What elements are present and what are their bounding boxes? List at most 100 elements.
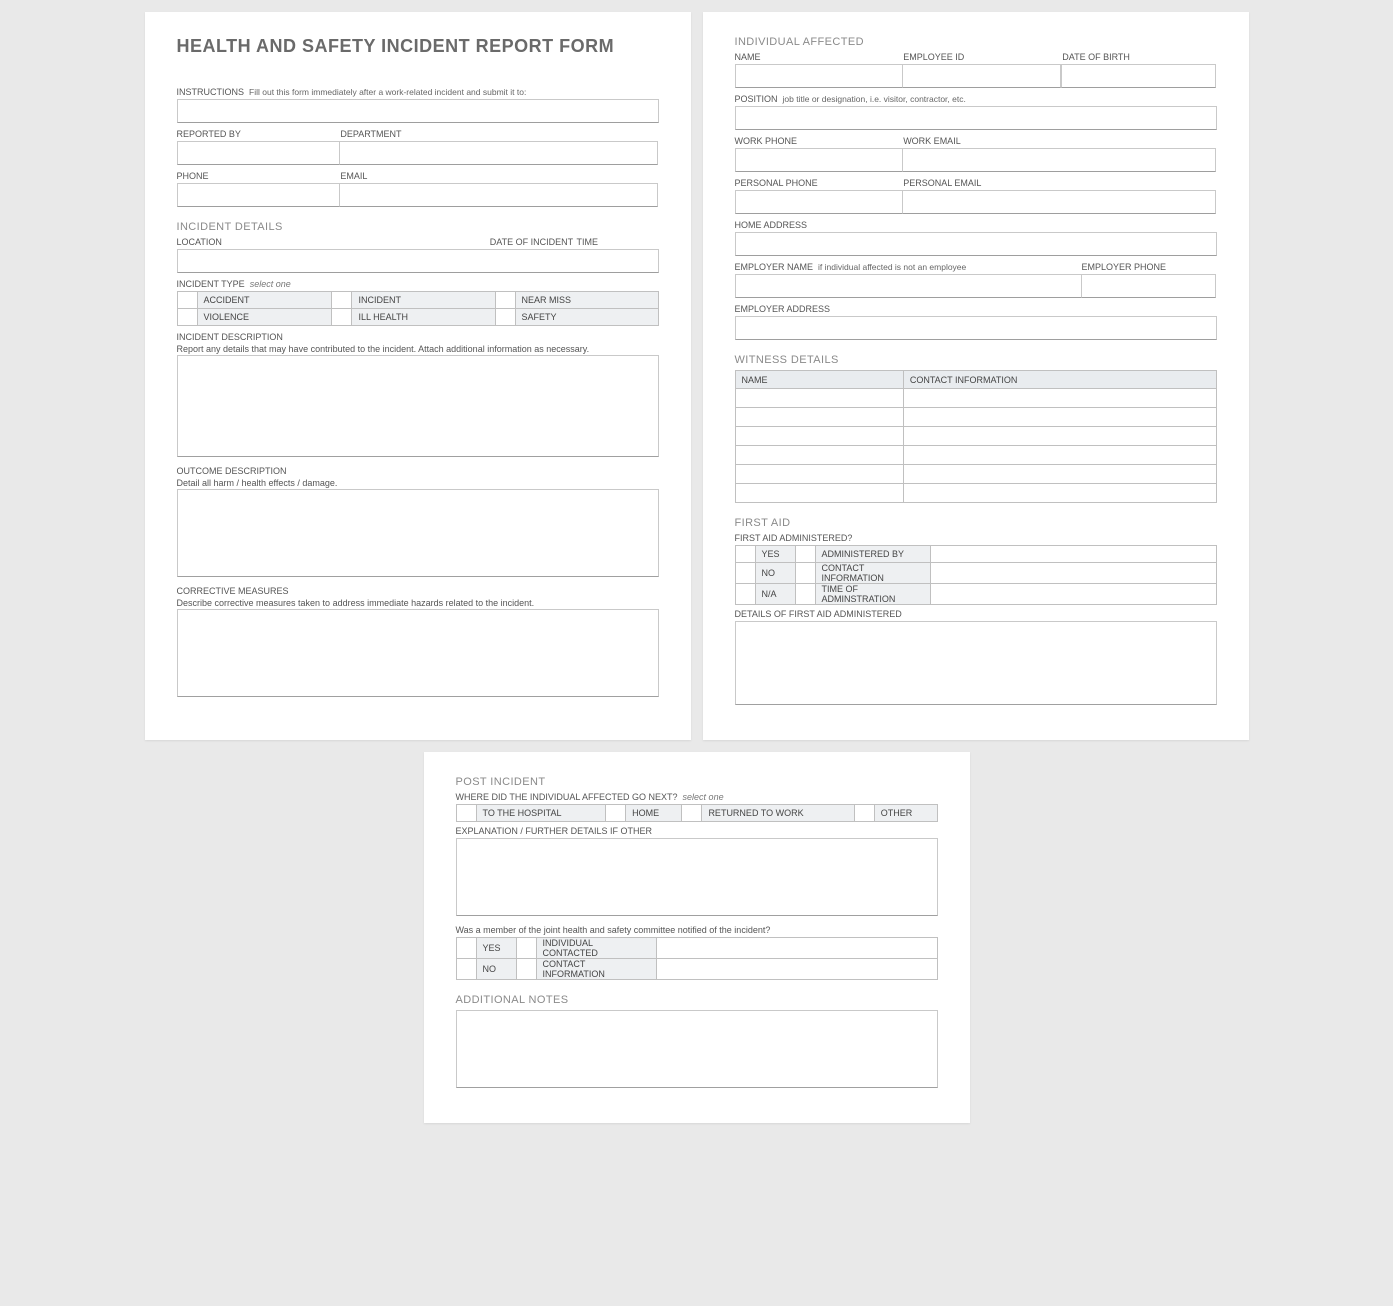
witness-name-cell[interactable] — [735, 427, 903, 446]
name-input[interactable] — [735, 64, 904, 88]
employer-address-input[interactable] — [735, 316, 1217, 340]
checkbox-violence[interactable] — [177, 309, 197, 326]
where-next-label: WHERE DID THE INDIVIDUAL AFFECTED GO NEX… — [456, 792, 938, 802]
home-address-label: HOME ADDRESS — [735, 220, 1217, 230]
checkbox-accident[interactable] — [177, 292, 197, 309]
corrective-measures-textarea[interactable] — [177, 609, 659, 697]
first-aid-details-label: DETAILS OF FIRST AID ADMINISTERED — [735, 609, 1217, 619]
checkbox-first-aid-no[interactable] — [735, 563, 755, 584]
personal-phone-input[interactable] — [735, 190, 904, 214]
department-label: DEPARTMENT — [340, 129, 658, 139]
table-row — [735, 427, 1216, 446]
checkbox-returned[interactable] — [682, 805, 702, 822]
first-aid-heading: FIRST AID — [735, 517, 1217, 529]
witness-col-contact: CONTACT INFORMATION — [903, 371, 1216, 389]
employee-id-input[interactable] — [902, 64, 1061, 88]
reported-by-input[interactable] — [177, 141, 341, 165]
dob-input[interactable] — [1061, 64, 1215, 88]
incident-description-textarea[interactable] — [177, 355, 659, 457]
incident-type-options: ACCIDENT INCIDENT NEAR MISS VIOLENCE ILL… — [177, 291, 659, 326]
department-input[interactable] — [339, 141, 657, 165]
witness-col-name: NAME — [735, 371, 903, 389]
personal-email-input[interactable] — [902, 190, 1215, 214]
first-aid-table: YES ADMINISTERED BY NO CONTACT INFORMATI… — [735, 545, 1217, 605]
committee-table: YES INDIVIDUAL CONTACTED NO CONTACT INFO… — [456, 937, 938, 980]
position-label: POSITION job title or designation, i.e. … — [735, 94, 1217, 104]
page-3: POST INCIDENT WHERE DID THE INDIVIDUAL A… — [424, 752, 970, 1123]
administered-by-label: ADMINISTERED BY — [815, 546, 930, 563]
witness-contact-cell[interactable] — [903, 446, 1216, 465]
witness-name-cell[interactable] — [735, 465, 903, 484]
witness-name-cell[interactable] — [735, 408, 903, 427]
checkbox-hospital[interactable] — [456, 805, 476, 822]
committee-contact-input[interactable] — [656, 959, 937, 980]
table-row — [735, 484, 1216, 503]
form-title: HEALTH AND SAFETY INCIDENT REPORT FORM — [177, 36, 659, 57]
reported-by-label: REPORTED BY — [177, 129, 341, 139]
table-row — [735, 389, 1216, 408]
outcome-description-textarea[interactable] — [177, 489, 659, 577]
individual-contacted-label: INDIVIDUAL CONTACTED — [536, 938, 656, 959]
position-input[interactable] — [735, 106, 1217, 130]
checkbox-home[interactable] — [606, 805, 626, 822]
corrective-measures-label: CORRECTIVE MEASURES — [177, 586, 659, 596]
witness-contact-cell[interactable] — [903, 427, 1216, 446]
table-row — [735, 465, 1216, 484]
email-label: EMAIL — [340, 171, 658, 181]
first-aid-administered-label: FIRST AID ADMINISTERED? — [735, 533, 1217, 543]
phone-input[interactable] — [177, 183, 341, 207]
first-aid-details-textarea[interactable] — [735, 621, 1217, 705]
first-aid-contact-input[interactable] — [930, 563, 1216, 584]
employer-phone-input[interactable] — [1081, 274, 1216, 298]
checkbox-other[interactable] — [854, 805, 874, 822]
checkbox-incident[interactable] — [332, 292, 352, 309]
personal-email-label: PERSONAL EMAIL — [903, 178, 1216, 188]
checkbox-committee-no[interactable] — [456, 959, 476, 980]
checkbox-near-miss[interactable] — [495, 292, 515, 309]
instructions-label: INSTRUCTIONS Fill out this form immediat… — [177, 87, 659, 97]
witness-name-cell[interactable] — [735, 389, 903, 408]
additional-notes-textarea[interactable] — [456, 1010, 938, 1088]
table-row — [735, 408, 1216, 427]
checkbox-first-aid-yes[interactable] — [735, 546, 755, 563]
incident-description-label: INCIDENT DESCRIPTION — [177, 332, 659, 342]
outcome-description-note: Detail all harm / health effects / damag… — [177, 478, 338, 488]
where-next-options: TO THE HOSPITAL HOME RETURNED TO WORK OT… — [456, 804, 938, 822]
email-input[interactable] — [339, 183, 657, 207]
explanation-textarea[interactable] — [456, 838, 938, 916]
employer-address-label: EMPLOYER ADDRESS — [735, 304, 1217, 314]
personal-phone-label: PERSONAL PHONE — [735, 178, 904, 188]
employer-name-input[interactable] — [735, 274, 1082, 298]
witness-name-cell[interactable] — [735, 446, 903, 465]
incident-type-label: INCIDENT TYPE select one — [177, 279, 659, 289]
outcome-description-label: OUTCOME DESCRIPTION — [177, 466, 659, 476]
work-phone-label: WORK PHONE — [735, 136, 904, 146]
location-date-time-input[interactable] — [177, 249, 659, 273]
checkbox-committee-yes[interactable] — [456, 938, 476, 959]
checkbox-first-aid-na[interactable] — [735, 584, 755, 605]
witness-name-cell[interactable] — [735, 484, 903, 503]
checkbox-ill-health[interactable] — [332, 309, 352, 326]
witness-table: NAME CONTACT INFORMATION — [735, 370, 1217, 503]
location-label: LOCATION — [177, 237, 490, 247]
work-phone-input[interactable] — [735, 148, 904, 172]
employee-id-label: EMPLOYEE ID — [903, 52, 1062, 62]
explanation-label: EXPLANATION / FURTHER DETAILS IF OTHER — [456, 826, 938, 836]
time-label: TIME — [577, 237, 659, 247]
witness-contact-cell[interactable] — [903, 465, 1216, 484]
individual-contacted-input[interactable] — [656, 938, 937, 959]
witness-contact-cell[interactable] — [903, 484, 1216, 503]
witness-contact-cell[interactable] — [903, 408, 1216, 427]
incident-details-heading: INCIDENT DETAILS — [177, 221, 659, 233]
page-1: HEALTH AND SAFETY INCIDENT REPORT FORM I… — [145, 12, 691, 740]
work-email-input[interactable] — [902, 148, 1215, 172]
additional-notes-heading: ADDITIONAL NOTES — [456, 994, 938, 1006]
home-address-input[interactable] — [735, 232, 1217, 256]
page-2: INDIVIDUAL AFFECTED NAME EMPLOYEE ID DAT… — [703, 12, 1249, 740]
witness-details-heading: WITNESS DETAILS — [735, 354, 1217, 366]
instructions-recipient-input[interactable] — [177, 99, 659, 123]
time-of-administration-input[interactable] — [930, 584, 1216, 605]
checkbox-safety[interactable] — [495, 309, 515, 326]
witness-contact-cell[interactable] — [903, 389, 1216, 408]
administered-by-input[interactable] — [930, 546, 1216, 563]
